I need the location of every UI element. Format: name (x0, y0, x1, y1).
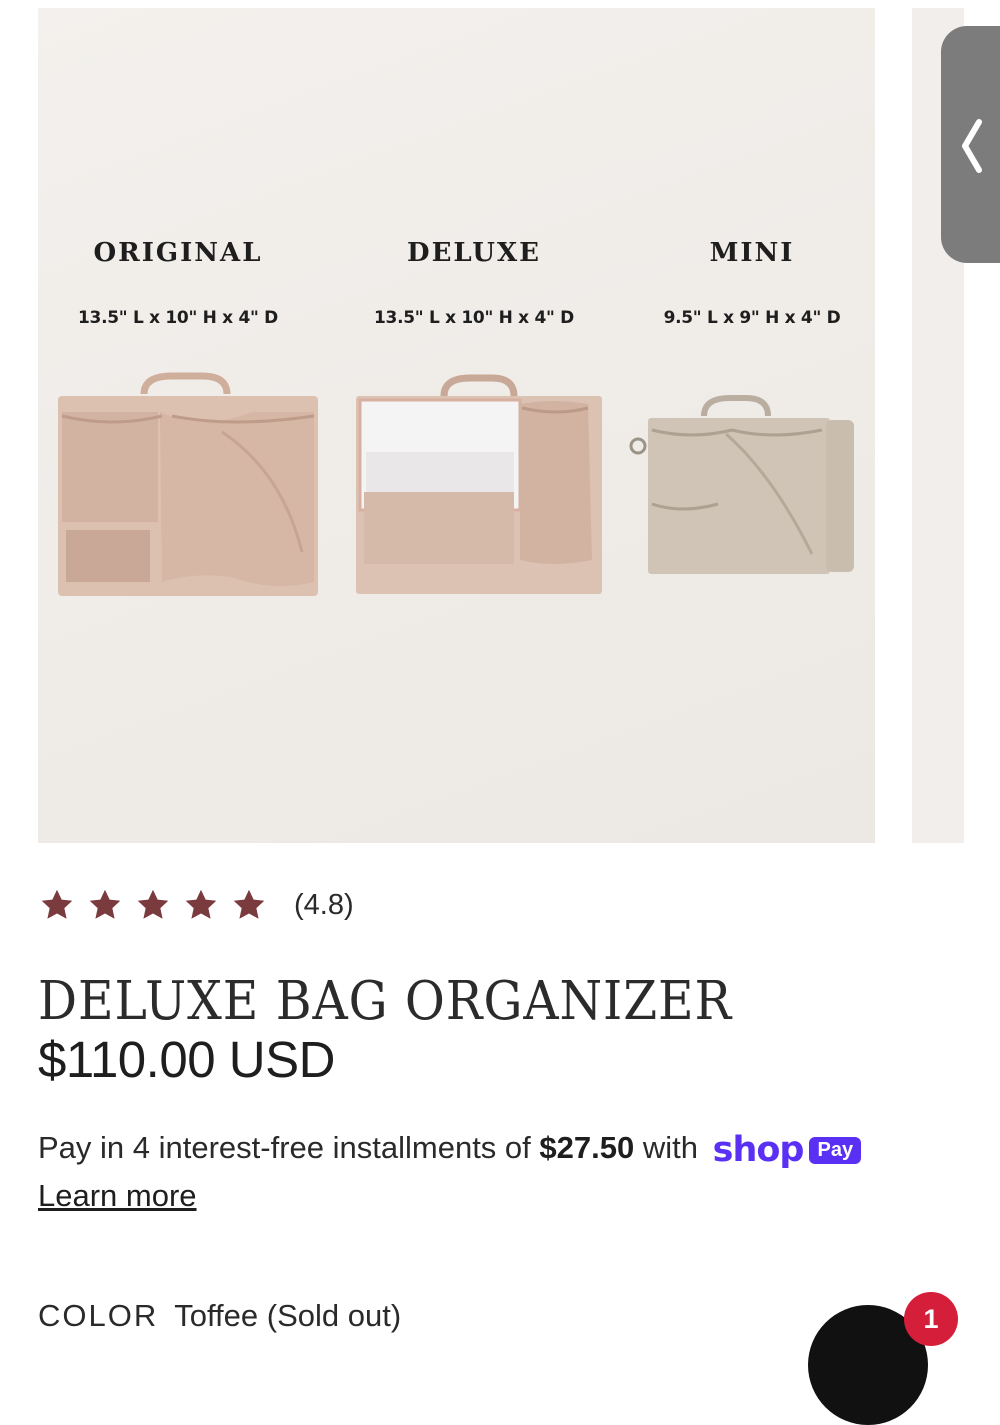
shop-pay-logo: shop Pay (712, 1130, 862, 1170)
original-organizer-image (58, 372, 318, 596)
star-icon (185, 889, 217, 919)
installments-suffix: with (642, 1130, 698, 1166)
shop-pay-word: shop (712, 1130, 805, 1170)
cart-count-badge: 1 (904, 1292, 958, 1346)
installment-amount: $27.50 (539, 1130, 635, 1166)
star-icon (41, 889, 73, 919)
star-icon (233, 889, 265, 919)
side-drawer-tab[interactable] (941, 26, 1000, 263)
product-price: $110.00 USD (38, 1031, 335, 1088)
deluxe-organizer-image (356, 374, 602, 594)
rating-value: (4.8) (294, 888, 354, 921)
color-label: COLOR (38, 1298, 159, 1333)
installments-prefix: Pay in 4 interest-free installments of (38, 1130, 531, 1166)
shop-pay-badge: Pay (809, 1136, 862, 1164)
product-title: DELUXE BAG ORGANIZER (38, 970, 733, 1032)
mini-organizer-image (629, 395, 854, 574)
variant-dimensions: 13.5" L x 10" H x 4" D (78, 308, 278, 328)
installments-info: Pay in 4 interest-free installments of $… (38, 1130, 862, 1170)
variant-dimensions: 13.5" L x 10" H x 4" D (374, 308, 574, 328)
star-icon (89, 889, 121, 919)
variant-name: MINI (709, 238, 795, 268)
product-rating[interactable]: (4.8) (38, 887, 354, 923)
learn-more-link[interactable]: Learn more (38, 1178, 197, 1214)
color-value: Toffee (Sold out) (174, 1298, 402, 1333)
chevron-left-icon (962, 119, 982, 173)
variant-mini: MINI 9.5" L x 9" H x 4" D (650, 238, 854, 328)
variant-deluxe: DELUXE 13.5" L x 10" H x 4" D (368, 238, 580, 328)
variant-original: ORIGINAL 13.5" L x 10" H x 4" D (78, 238, 278, 328)
variant-name: ORIGINAL (93, 238, 263, 268)
star-icon (137, 889, 169, 919)
color-selector-label: COLOR Toffee (Sold out) (38, 1298, 401, 1334)
variant-dimensions: 9.5" L x 9" H x 4" D (663, 308, 841, 328)
variant-name: DELUXE (407, 238, 541, 268)
